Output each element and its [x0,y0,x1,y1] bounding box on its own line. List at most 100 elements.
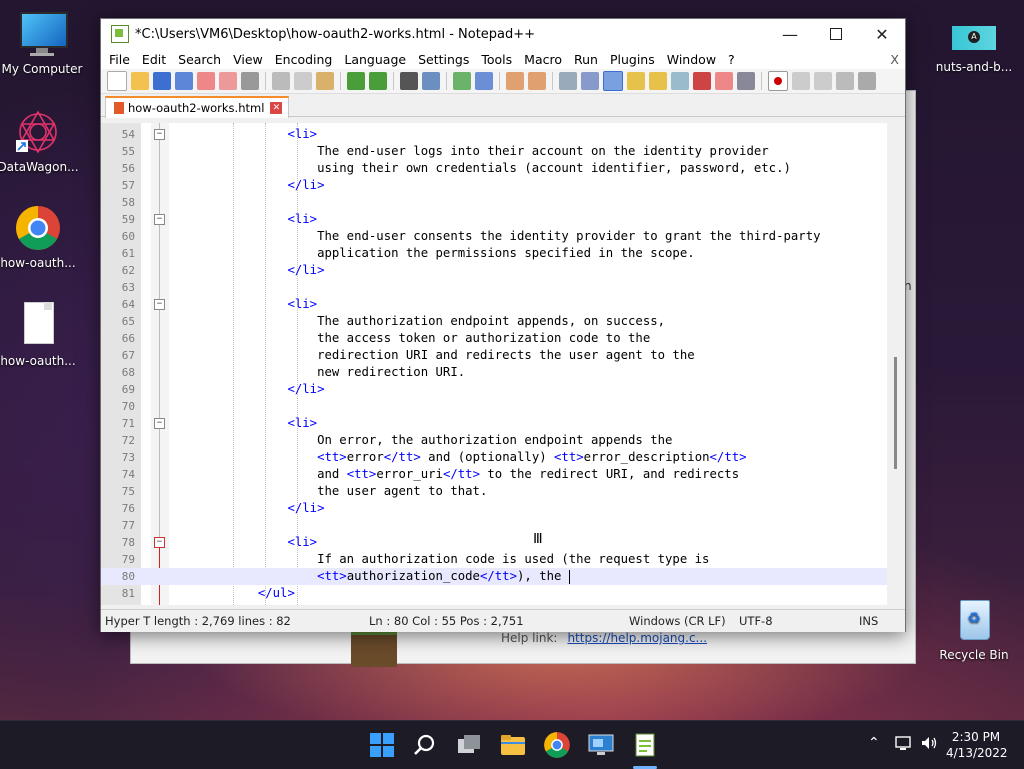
code-line[interactable]: 71 − <li> [101,415,887,432]
clock[interactable]: 2:30 PM 4/13/2022 [946,729,1008,761]
maximize-button[interactable] [813,19,859,49]
tab-close-icon[interactable]: ✕ [270,102,283,114]
find-icon[interactable] [400,72,418,90]
code-line[interactable]: 81 </ul> [101,585,887,602]
close-all-icon[interactable] [219,72,237,90]
desktop-icon-recycle-bin[interactable]: ♻ Recycle Bin [932,596,1016,662]
scrollbar-thumb[interactable] [894,357,897,469]
code-line[interactable]: 62 </li> [101,262,887,279]
indent-guide-icon[interactable] [603,71,623,91]
task-view-icon[interactable] [455,731,483,759]
start-icon[interactable] [368,731,396,759]
status-encoding[interactable]: UTF-8 [739,614,773,628]
status-mode[interactable]: INS [859,614,878,628]
code-line[interactable]: 75 the user agent to that. [101,483,887,500]
code-line[interactable]: 55 The end-user logs into their account … [101,143,887,160]
vertical-scrollbar[interactable] [887,123,905,605]
code-line[interactable]: 61 application the permissions specified… [101,245,887,262]
menu-edit[interactable]: Edit [136,52,172,67]
code-line[interactable]: 59 − <li> [101,211,887,228]
menu-search[interactable]: Search [172,52,227,67]
volume-icon[interactable] [920,735,938,754]
menu-settings[interactable]: Settings [412,52,475,67]
network-icon[interactable] [895,735,913,754]
desktop-icon-my-computer[interactable]: My Computer [0,10,84,76]
folder-workspace-icon[interactable] [715,72,733,90]
code-line[interactable]: 76 </li> [101,500,887,517]
undo-icon[interactable] [347,72,365,90]
menu-macro[interactable]: Macro [518,52,568,67]
file-explorer-icon[interactable] [499,731,527,759]
code-line[interactable]: 78 − <li> [101,534,887,551]
redo-icon[interactable] [369,72,387,90]
fold-toggle-icon[interactable]: − [154,129,165,140]
doc-list-icon[interactable] [671,72,689,90]
code-line[interactable]: 58 [101,194,887,211]
code-line[interactable]: 74 and <tt>error_uri</tt> to the redirec… [101,466,887,483]
code-line[interactable]: 64 − <li> [101,296,887,313]
close-document-button[interactable]: X [884,52,905,67]
code-line[interactable]: 56 using their own credentials (account … [101,160,887,177]
close-file-icon[interactable] [197,72,215,90]
remote-desktop-icon[interactable] [587,731,615,759]
status-eol[interactable]: Windows (CR LF) [629,614,726,628]
print-icon[interactable] [241,72,259,90]
open-file-icon[interactable] [131,72,149,90]
code-line[interactable]: 67 redirection URI and redirects the use… [101,347,887,364]
search-icon[interactable] [411,731,439,759]
doc-map-icon[interactable] [649,72,667,90]
sync-horizontal-icon[interactable] [528,72,546,90]
sync-vertical-icon[interactable] [506,72,524,90]
show-hidden-icons-icon[interactable]: ⌃ [868,735,880,751]
desktop-icon-nuts-and-bolts[interactable]: A nuts-and-b... [932,22,1016,74]
close-button[interactable]: ✕ [859,19,905,49]
cut-icon[interactable] [272,72,290,90]
save-all-icon[interactable] [175,72,193,90]
fold-toggle-icon[interactable]: − [154,418,165,429]
menu-language[interactable]: Language [338,52,412,67]
save-macro-icon[interactable] [858,72,876,90]
record-macro-icon[interactable] [768,71,788,91]
code-line[interactable]: 66 the access token or authorization cod… [101,330,887,347]
show-all-chars-icon[interactable] [581,72,599,90]
desktop-icon-chrome-shortcut[interactable]: how-oauth... [0,204,80,270]
monitoring-icon[interactable] [737,72,755,90]
code-line[interactable]: 65 The authorization endpoint appends, o… [101,313,887,330]
menu-file[interactable]: File [103,52,136,67]
help-link[interactable]: https://help.mojang.c... [567,631,707,645]
new-file-icon[interactable] [107,71,127,91]
user-language-icon[interactable] [627,72,645,90]
fold-toggle-icon[interactable]: − [154,214,165,225]
word-wrap-icon[interactable] [559,72,577,90]
function-list-icon[interactable] [693,72,711,90]
code-line[interactable]: 72 On error, the authorization endpoint … [101,432,887,449]
desktop-icon-html-file[interactable]: how-oauth... [0,302,80,368]
code-line[interactable]: 70 [101,398,887,415]
code-line[interactable]: 60 The end-user consents the identity pr… [101,228,887,245]
title-bar[interactable]: *C:\Users\VM6\Desktop\how-oauth2-works.h… [101,19,905,49]
code-line[interactable]: 68 new redirection URI. [101,364,887,381]
code-line[interactable]: 54 − <li> [101,126,887,143]
zoom-in-icon[interactable] [453,72,471,90]
menu-plugins[interactable]: Plugins [604,52,661,67]
chrome-taskbar-icon[interactable] [543,731,571,759]
menu-tools[interactable]: Tools [475,52,518,67]
code-line[interactable]: 73 <tt>error</tt> and (optionally) <tt>e… [101,449,887,466]
run-macro-multiple-icon[interactable] [836,72,854,90]
menu-run[interactable]: Run [568,52,604,67]
zoom-out-icon[interactable] [475,72,493,90]
save-icon[interactable] [153,72,171,90]
fold-toggle-icon[interactable]: − [154,299,165,310]
menu-help[interactable]: ? [722,52,741,67]
notepadpp-taskbar-icon[interactable] [631,731,659,759]
code-line[interactable]: 63 [101,279,887,296]
editor[interactable]: 54 − <li> 55 The end-user logs into their … [101,123,905,605]
code-line[interactable]: 79 If an authorization code is used (the… [101,551,887,568]
play-macro-icon[interactable] [814,72,832,90]
code-line[interactable]: 57 </li> [101,177,887,194]
menu-view[interactable]: View [227,52,269,67]
tab-how-oauth2-works[interactable]: how-oauth2-works.html ✕ [105,96,290,118]
copy-icon[interactable] [294,72,312,90]
stop-macro-icon[interactable] [792,72,810,90]
replace-icon[interactable] [422,72,440,90]
